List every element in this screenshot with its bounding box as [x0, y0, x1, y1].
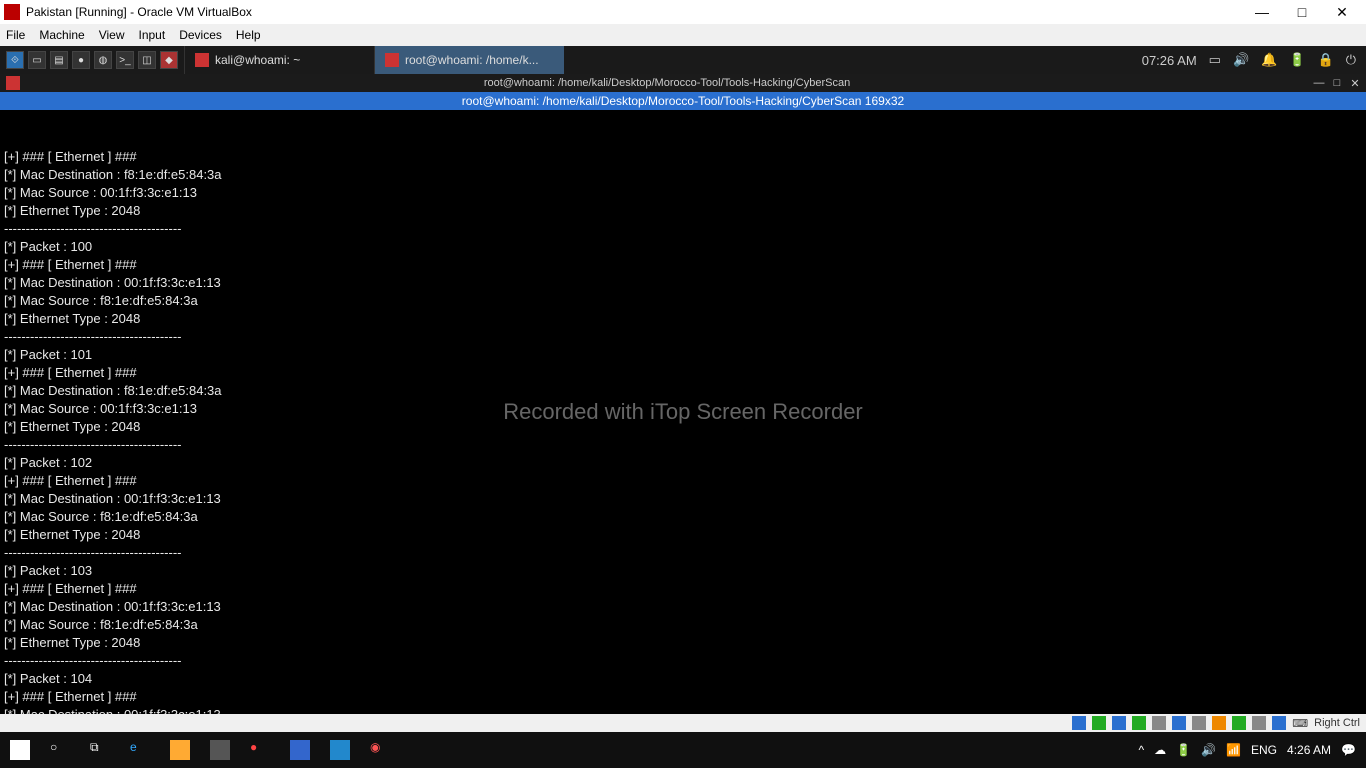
tray-language[interactable]: ENG: [1251, 743, 1277, 757]
minimize-button[interactable]: —: [1242, 4, 1282, 20]
start-button[interactable]: ⊞: [0, 732, 40, 768]
close-button[interactable]: ✕: [1322, 4, 1362, 21]
lock-icon[interactable]: 🔒: [1318, 52, 1334, 68]
tray-notifications-icon[interactable]: 💬: [1341, 743, 1356, 757]
task-label: root@whoami: /home/k...: [405, 53, 539, 67]
status-network-icon[interactable]: [1132, 716, 1146, 730]
terminal-launcher-icon[interactable]: >_: [116, 51, 134, 69]
host-key-text: Right Ctrl: [1314, 717, 1360, 729]
status-display-icon[interactable]: [1192, 716, 1206, 730]
status-clipboard-icon[interactable]: [1272, 716, 1286, 730]
app-icon-1[interactable]: [280, 732, 320, 768]
status-optical-icon[interactable]: [1092, 716, 1106, 730]
terminal-text: [+] ### [ Ethernet ] ### [*] Mac Destina…: [4, 148, 1362, 714]
menu-help[interactable]: Help: [236, 28, 261, 42]
explorer-icon[interactable]: [160, 732, 200, 768]
terminal-close-button[interactable]: ✕: [1348, 77, 1362, 90]
terminal-title: root@whoami: /home/kali/Desktop/Morocco-…: [26, 77, 1308, 89]
terminal-output[interactable]: Recorded with iTop Screen Recorder [+] #…: [0, 110, 1366, 714]
menu-view[interactable]: View: [99, 28, 125, 42]
taskview-button[interactable]: ⧉: [80, 732, 120, 768]
tray-onedrive-icon[interactable]: ☁: [1154, 743, 1166, 757]
virtualbox-taskbar-icon[interactable]: [320, 732, 360, 768]
terminal-titlebar: root@whoami: /home/kali/Desktop/Morocco-…: [0, 74, 1366, 92]
status-recording-icon[interactable]: [1212, 716, 1226, 730]
virtualbox-titlebar: Pakistan [Running] - Oracle VM VirtualBo…: [0, 0, 1366, 24]
tray-wifi-icon[interactable]: 📶: [1226, 743, 1241, 757]
recorder-icon[interactable]: ●: [240, 732, 280, 768]
window-title: Pakistan [Running] - Oracle VM VirtualBo…: [26, 5, 252, 19]
status-cpu-icon[interactable]: [1232, 716, 1246, 730]
terminal-maximize-button[interactable]: □: [1330, 77, 1344, 90]
status-mouse-icon[interactable]: [1252, 716, 1266, 730]
status-shared-icon[interactable]: [1172, 716, 1186, 730]
virtualbox-icon: [4, 4, 20, 20]
host-key-label: ⌨: [1292, 717, 1308, 730]
tray-clock[interactable]: 4:26 AM: [1287, 743, 1331, 757]
power-icon[interactable]: ⏻: [1346, 52, 1356, 68]
terminal-tab-bar[interactable]: root@whoami: /home/kali/Desktop/Morocco-…: [0, 92, 1366, 110]
menu-devices[interactable]: Devices: [179, 28, 222, 42]
terminal-icon: [195, 53, 209, 67]
app-icon[interactable]: ◆: [160, 51, 178, 69]
files-icon[interactable]: ▤: [50, 51, 68, 69]
panel-clock[interactable]: 07:26 AM: [1142, 53, 1197, 68]
menu-machine[interactable]: Machine: [39, 28, 84, 42]
browser-icon[interactable]: ◍: [94, 51, 112, 69]
panel-launchers: ⟐ ▭ ▤ ● ◍ >_ ◫ ◆: [0, 51, 184, 69]
store-icon[interactable]: [200, 732, 240, 768]
cortana-button[interactable]: ○: [40, 732, 80, 768]
tray-chevron-icon[interactable]: ^: [1139, 743, 1145, 757]
virtualbox-menubar: File Machine View Input Devices Help: [0, 24, 1366, 46]
panel-tray: 07:26 AM ▭ 🔊 🔔 🔋 🔒 ⏻: [1132, 52, 1366, 68]
menu-input[interactable]: Input: [139, 28, 166, 42]
app-icon-2[interactable]: ◉: [360, 732, 400, 768]
kali-menu-icon[interactable]: ⟐: [6, 51, 24, 69]
taskbar-item-terminal1[interactable]: kali@whoami: ~: [184, 46, 374, 74]
kali-panel: ⟐ ▭ ▤ ● ◍ >_ ◫ ◆ kali@whoami: ~ root@who…: [0, 46, 1366, 74]
menu-file[interactable]: File: [6, 28, 25, 42]
tray-battery-icon[interactable]: 🔋: [1176, 743, 1191, 757]
display-icon[interactable]: ▭: [1209, 52, 1221, 68]
taskbar-item-terminal2[interactable]: root@whoami: /home/k...: [374, 46, 564, 74]
battery-icon[interactable]: 🔋: [1289, 52, 1305, 68]
terminal-icon: [385, 53, 399, 67]
show-desktop-icon[interactable]: ▭: [28, 51, 46, 69]
firefox-icon[interactable]: ●: [72, 51, 90, 69]
maximize-button[interactable]: □: [1282, 4, 1322, 20]
sound-icon[interactable]: 🔊: [1233, 52, 1249, 68]
workspace-icon[interactable]: ◫: [138, 51, 156, 69]
terminal-minimize-button[interactable]: —: [1312, 77, 1326, 90]
notifications-icon[interactable]: 🔔: [1261, 52, 1277, 68]
virtualbox-statusbar: ⌨ Right Ctrl: [0, 714, 1366, 732]
windows-taskbar: ⊞ ○ ⧉ e ● ◉ ^ ☁ 🔋 🔊 📶 ENG 4:26 AM 💬: [0, 732, 1366, 768]
task-label: kali@whoami: ~: [215, 53, 300, 67]
edge-icon[interactable]: e: [120, 732, 160, 768]
status-audio-icon[interactable]: [1112, 716, 1126, 730]
tray-sound-icon[interactable]: 🔊: [1201, 743, 1216, 757]
system-tray: ^ ☁ 🔋 🔊 📶 ENG 4:26 AM 💬: [1129, 743, 1366, 757]
status-usb-icon[interactable]: [1152, 716, 1166, 730]
status-disk-icon[interactable]: [1072, 716, 1086, 730]
terminal-window-icon: [6, 76, 20, 90]
